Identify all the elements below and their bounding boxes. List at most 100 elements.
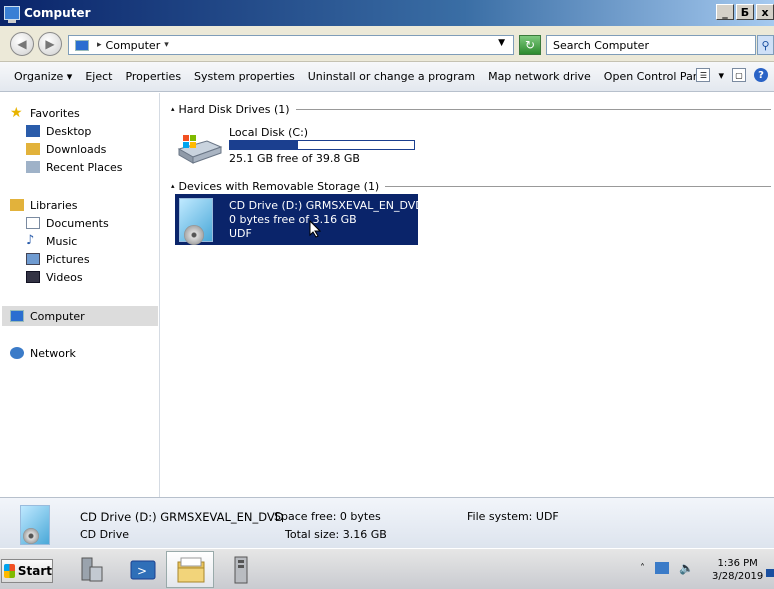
- collapse-caret-icon[interactable]: ▴: [171, 182, 175, 190]
- sidebar-item-label: Documents: [46, 216, 109, 230]
- search-button[interactable]: ⚲: [757, 35, 774, 55]
- breadcrumb-separator[interactable]: ▸: [97, 40, 102, 50]
- breadcrumb-computer[interactable]: Computer: [106, 39, 161, 52]
- back-button[interactable]: ◀: [10, 32, 34, 56]
- libraries-icon: [10, 199, 24, 211]
- system-tools-icon[interactable]: [226, 555, 256, 585]
- close-button[interactable]: x: [756, 4, 774, 20]
- sidebar-item-computer[interactable]: Computer: [10, 308, 85, 324]
- recent-places-icon: [26, 161, 40, 173]
- window-title: Computer: [24, 6, 91, 20]
- maximize-button[interactable]: Б: [736, 4, 754, 20]
- breadcrumb-dropdown-icon[interactable]: ▾: [164, 40, 169, 50]
- back-arrow-icon: ◀: [17, 37, 27, 51]
- change-view-icon[interactable]: ☰: [696, 68, 711, 82]
- details-pane: CD Drive (D:) GRMSXEVAL_EN_DVD CD Drive …: [0, 497, 774, 548]
- search-icon: ⚲: [761, 38, 770, 52]
- open-control-panel-button[interactable]: Open Control Panel: [604, 70, 710, 83]
- cd-drive-icon: [179, 198, 213, 245]
- collapse-caret-icon[interactable]: ▴: [171, 105, 175, 113]
- volume-muted-icon[interactable]: 🔈: [679, 561, 694, 575]
- cd-disc-icon: [184, 225, 204, 245]
- uninstall-program-button[interactable]: Uninstall or change a program: [308, 70, 475, 83]
- sidebar-item-documents[interactable]: Documents: [26, 215, 109, 231]
- clock-date: 3/28/2019: [712, 571, 764, 582]
- svg-text:>: >: [137, 564, 147, 578]
- address-bar[interactable]: ▸ Computer ▾ ▼: [68, 35, 514, 55]
- preview-pane-icon[interactable]: ▢: [732, 68, 746, 82]
- sidebar-item-downloads[interactable]: Downloads: [26, 141, 106, 157]
- sidebar-item-favorites[interactable]: ★ Favorites: [10, 105, 80, 121]
- details-total-size: Total size: 3.16 GB: [285, 528, 387, 541]
- drive-c-capacity-bar: [229, 140, 415, 150]
- sidebar-item-pictures[interactable]: Pictures: [26, 251, 90, 267]
- space-free-value: 0 bytes: [339, 510, 381, 523]
- drive-c-name[interactable]: Local Disk (C:): [229, 126, 308, 139]
- details-item-type: CD Drive: [80, 528, 129, 541]
- minimize-button[interactable]: _: [716, 4, 734, 20]
- details-item-name: CD Drive (D:) GRMSXEVAL_EN_DVD: [80, 510, 284, 524]
- eject-button[interactable]: Eject: [85, 70, 112, 83]
- group-header-hard-disk-drives[interactable]: ▴ Hard Disk Drives (1): [171, 102, 771, 116]
- group-title: Hard Disk Drives (1): [178, 102, 290, 116]
- group-header-removable-storage[interactable]: ▴ Devices with Removable Storage (1): [171, 179, 771, 193]
- group-divider: [295, 108, 771, 110]
- details-space-free: Space free: 0 bytes: [274, 510, 381, 523]
- space-free-label: Space free:: [274, 510, 337, 523]
- videos-icon: [26, 271, 40, 283]
- system-properties-button[interactable]: System properties: [194, 70, 295, 83]
- cd-disc-icon: [23, 528, 39, 544]
- documents-icon: [26, 217, 40, 229]
- sidebar-item-libraries[interactable]: Libraries: [10, 197, 78, 213]
- address-history-dropdown[interactable]: ▼: [498, 38, 505, 48]
- windows-logo-icon: [4, 564, 15, 578]
- mouse-cursor-icon: [309, 220, 321, 238]
- pictures-icon: [26, 253, 40, 265]
- search-input[interactable]: Search Computer: [546, 35, 756, 55]
- sidebar-item-network[interactable]: Network: [10, 345, 76, 361]
- sidebar-item-label: Pictures: [46, 252, 90, 266]
- help-icon[interactable]: ?: [754, 68, 768, 82]
- sidebar-item-label: Videos: [46, 270, 83, 284]
- address-row: ◀ ▶ ▸ Computer ▾ ▼ ↻ Search Computer ⚲: [0, 26, 774, 62]
- music-icon: ♪: [26, 233, 35, 248]
- sidebar-item-label: Music: [46, 234, 78, 248]
- start-button[interactable]: Start: [1, 559, 53, 583]
- group-divider: [385, 185, 771, 187]
- window-controls: _ Б x: [716, 4, 774, 20]
- sidebar-item-label: Downloads: [46, 142, 107, 156]
- taskbar-explorer-button[interactable]: [166, 551, 214, 588]
- cd-drive-icon: [20, 505, 50, 545]
- system-tray: ˄ 🔈: [640, 561, 694, 575]
- show-desktop-button[interactable]: [766, 569, 774, 577]
- sidebar-item-desktop[interactable]: Desktop: [26, 123, 91, 139]
- powershell-icon[interactable]: >: [128, 555, 158, 585]
- taskbar-clock[interactable]: 1:36 PM 3/28/2019: [712, 557, 763, 583]
- sidebar-item-videos[interactable]: Videos: [26, 269, 83, 285]
- map-network-drive-button[interactable]: Map network drive: [488, 70, 591, 83]
- clock-time: 1:36 PM: [717, 558, 758, 569]
- drive-d-file-system: UDF: [229, 227, 252, 240]
- drive-c-free-space: 25.1 GB free of 39.8 GB: [229, 152, 360, 165]
- network-tray-icon[interactable]: [655, 562, 669, 574]
- group-title: Devices with Removable Storage (1): [178, 179, 380, 193]
- navigation-pane: ★ Favorites Desktop Downloads Recent Pla…: [0, 93, 160, 497]
- properties-button[interactable]: Properties: [125, 70, 181, 83]
- hard-disk-icon[interactable]: [177, 131, 223, 165]
- sidebar-item-label: Recent Places: [46, 160, 123, 174]
- server-manager-icon[interactable]: [76, 555, 106, 585]
- file-system-value: UDF: [535, 510, 559, 523]
- taskbar: Start > ˄ 🔈 1:36 PM 3/28/2019: [0, 548, 774, 589]
- sidebar-item-music[interactable]: ♪ Music: [26, 233, 77, 249]
- sidebar-item-recent-places[interactable]: Recent Places: [26, 159, 123, 175]
- drive-d-tile[interactable]: CD Drive (D:) GRMSXEVAL_EN_DVD 0 bytes f…: [175, 194, 424, 245]
- drive-c-capacity-fill: [230, 141, 299, 149]
- organize-menu[interactable]: Organize ▾: [14, 70, 72, 83]
- view-options-dropdown[interactable]: ▾: [718, 69, 724, 82]
- show-hidden-icons-button[interactable]: ˄: [640, 563, 645, 574]
- content-pane: ▴ Hard Disk Drives (1) Local Disk (C:) 2…: [161, 93, 774, 497]
- folder-icon: [177, 557, 205, 583]
- forward-arrow-icon: ▶: [45, 37, 55, 51]
- refresh-button[interactable]: ↻: [519, 35, 541, 55]
- forward-button[interactable]: ▶: [38, 32, 62, 56]
